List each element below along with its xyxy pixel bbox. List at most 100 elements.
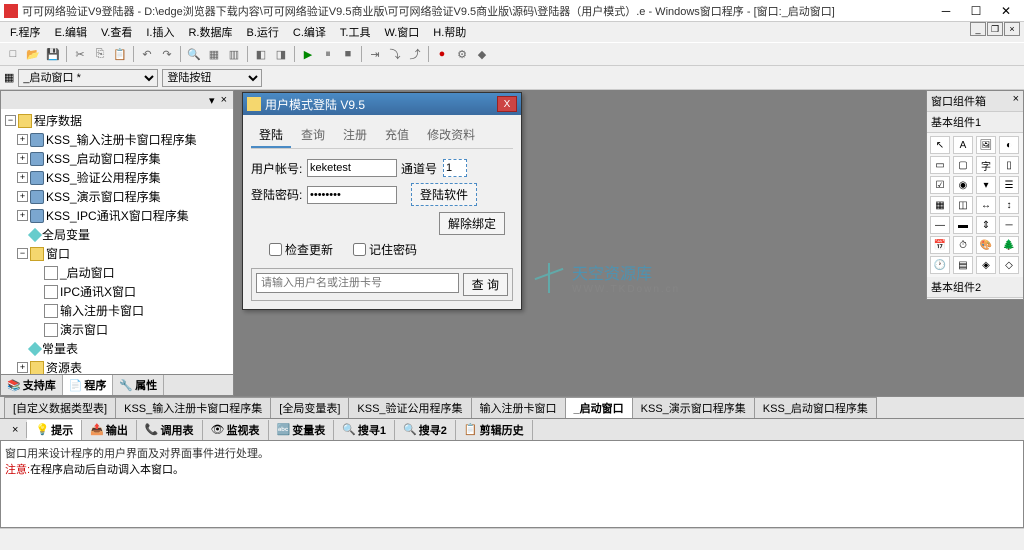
tree-item[interactable]: +KSS_演示窗口程序集 xyxy=(3,187,231,206)
window-selector[interactable]: _启动窗口 * xyxy=(18,69,158,87)
tool-line-icon[interactable]: ─ xyxy=(999,216,1019,234)
tree-window-item[interactable]: _启动窗口 xyxy=(3,263,231,282)
tb-pause[interactable]: ⏸ xyxy=(319,45,337,63)
tool-picture-icon[interactable]: 🖼 xyxy=(976,136,996,154)
maximize-button[interactable]: ☐ xyxy=(962,2,990,20)
tool-pointer-icon[interactable]: ↖ xyxy=(930,136,950,154)
left-tab-properties[interactable]: 🔧属性 xyxy=(113,375,164,395)
dialog-tab-register[interactable]: 注册 xyxy=(335,123,375,148)
tool-text-icon[interactable]: 字 xyxy=(976,156,996,174)
login-dialog[interactable]: 用户模式登陆 V9.5 X 登陆 查询 注册 充值 修改资料 用户帐号: 通道号 xyxy=(242,92,522,310)
doc-tab-active[interactable]: _启动窗口 xyxy=(565,397,633,418)
doc-tab[interactable]: KSS_输入注册卡窗口程序集 xyxy=(115,397,271,418)
menu-program[interactable]: F.程序 xyxy=(4,22,47,42)
hint-tab-search1[interactable]: 🔍搜寻1 xyxy=(334,420,395,440)
tb-misc2[interactable]: ◆ xyxy=(473,45,491,63)
tool-shape-icon[interactable]: ◐ xyxy=(999,136,1019,154)
tb-step1[interactable]: ⇥ xyxy=(366,45,384,63)
pwd-input[interactable] xyxy=(307,186,397,204)
tree-item[interactable]: 常量表 xyxy=(3,339,231,358)
tool-radio-icon[interactable]: ◉ xyxy=(953,176,973,194)
panel-close-icon[interactable]: × xyxy=(219,94,229,106)
search-input[interactable] xyxy=(256,273,459,293)
toolbox-close-icon[interactable]: × xyxy=(1013,93,1019,109)
tree-windows[interactable]: −窗口 xyxy=(3,244,231,263)
menu-database[interactable]: R.数据库 xyxy=(182,22,238,42)
hint-tab-search2[interactable]: 🔍搜寻2 xyxy=(395,420,456,440)
menu-view[interactable]: V.查看 xyxy=(95,22,138,42)
menu-edit[interactable]: E.编辑 xyxy=(49,22,93,42)
tree-window-item[interactable]: IPC通讯X窗口 xyxy=(3,282,231,301)
tb-open[interactable]: 📂 xyxy=(24,45,42,63)
hint-tab-tip[interactable]: 💡提示 xyxy=(27,420,82,440)
tree-item[interactable]: +资源表 xyxy=(3,358,231,374)
hint-tab-watch[interactable]: 👁监视表 xyxy=(203,420,269,440)
tb-step3[interactable]: ⤴ xyxy=(406,45,424,63)
tree-window-item[interactable]: 输入注册卡窗口 xyxy=(3,301,231,320)
hint-tab-vars[interactable]: 🔤变量表 xyxy=(269,420,335,440)
tool-list-icon[interactable]: ☰ xyxy=(999,176,1019,194)
tb-btn1[interactable]: ▦ xyxy=(205,45,223,63)
doc-tab[interactable]: KSS_演示窗口程序集 xyxy=(632,397,755,418)
tb-paste[interactable]: 📋 xyxy=(111,45,129,63)
tool-progress-icon[interactable]: ▬ xyxy=(953,216,973,234)
control-selector[interactable]: 登陆按钮 xyxy=(162,69,262,87)
tool-frame-icon[interactable]: ▯ xyxy=(999,156,1019,174)
toolbox-section2[interactable]: 基本组件2 xyxy=(927,277,1023,298)
tb-bp[interactable]: ● xyxy=(433,45,451,63)
close-button[interactable]: ✕ xyxy=(992,2,1020,20)
minimize-button[interactable]: ─ xyxy=(932,2,960,20)
tb-btn3[interactable]: ◧ xyxy=(252,45,270,63)
tool-calendar-icon[interactable]: 📅 xyxy=(930,236,950,254)
tool-tab-icon[interactable]: ◫ xyxy=(953,196,973,214)
tb-save[interactable]: 💾 xyxy=(44,45,62,63)
tool-misc2-icon[interactable]: ◇ xyxy=(999,256,1019,274)
dialog-tab-recharge[interactable]: 充值 xyxy=(377,123,417,148)
tool-combo-icon[interactable]: ▾ xyxy=(976,176,996,194)
tree-item[interactable]: 全局变量 xyxy=(3,225,231,244)
tree-root[interactable]: −程序数据 xyxy=(3,111,231,130)
tb-run[interactable]: ▶ xyxy=(299,45,317,63)
hint-tab-calls[interactable]: 📞调用表 xyxy=(137,420,203,440)
channel-input[interactable] xyxy=(443,159,467,177)
tb-btn2[interactable]: ▥ xyxy=(225,45,243,63)
menu-window[interactable]: W.窗口 xyxy=(378,22,425,42)
tool-data-icon[interactable]: ▤ xyxy=(953,256,973,274)
mdi-close[interactable]: × xyxy=(1004,22,1020,36)
tool-button-icon[interactable]: ▢ xyxy=(953,156,973,174)
tb-copy[interactable]: ⎘ xyxy=(91,45,109,63)
left-tab-program[interactable]: 📄程序 xyxy=(63,375,114,395)
tb-form-icon[interactable]: ▦ xyxy=(4,71,14,84)
menu-insert[interactable]: I.插入 xyxy=(140,22,180,42)
doc-tab[interactable]: 输入注册卡窗口 xyxy=(471,397,566,418)
panel-pin-icon[interactable]: ▾ xyxy=(207,94,217,107)
tool-label-icon[interactable]: A xyxy=(953,136,973,154)
tool-hscroll-icon[interactable]: ↔ xyxy=(976,196,996,214)
dialog-tab-query[interactable]: 查询 xyxy=(293,123,333,148)
mdi-restore[interactable]: ❐ xyxy=(987,22,1003,36)
tb-step2[interactable]: ⤵ xyxy=(386,45,404,63)
left-tab-library[interactable]: 📚支持库 xyxy=(1,375,63,395)
toolbox-section1[interactable]: 基本组件1 xyxy=(927,112,1023,133)
dialog-close-button[interactable]: X xyxy=(497,96,517,112)
tool-clock-icon[interactable]: 🕐 xyxy=(930,256,950,274)
tb-find[interactable]: 🔍 xyxy=(185,45,203,63)
tool-edit-icon[interactable]: ▭ xyxy=(930,156,950,174)
design-canvas[interactable]: 用户模式登陆 V9.5 X 登陆 查询 注册 充值 修改资料 用户帐号: 通道号 xyxy=(234,90,1024,396)
tb-stop[interactable]: ■ xyxy=(339,45,357,63)
hint-tab-output[interactable]: 📤输出 xyxy=(82,420,137,440)
tool-image-icon[interactable]: 🎨 xyxy=(976,236,996,254)
doc-tab[interactable]: KSS_验证公用程序集 xyxy=(348,397,471,418)
tb-redo[interactable]: ↷ xyxy=(158,45,176,63)
menu-tools[interactable]: T.工具 xyxy=(334,22,377,42)
tb-btn4[interactable]: ◨ xyxy=(272,45,290,63)
tool-tree-icon[interactable]: 🌲 xyxy=(999,236,1019,254)
tb-cut[interactable]: ✂ xyxy=(71,45,89,63)
dialog-tab-login[interactable]: 登陆 xyxy=(251,123,291,148)
tool-slider-icon[interactable]: — xyxy=(930,216,950,234)
tool-grid-icon[interactable]: ▦ xyxy=(930,196,950,214)
doc-tab[interactable]: [自定义数据类型表] xyxy=(4,397,116,418)
doc-tab[interactable]: KSS_启动窗口程序集 xyxy=(754,397,877,418)
hint-close-icon[interactable]: × xyxy=(4,422,27,438)
tool-timer-icon[interactable]: ⏱ xyxy=(953,236,973,254)
